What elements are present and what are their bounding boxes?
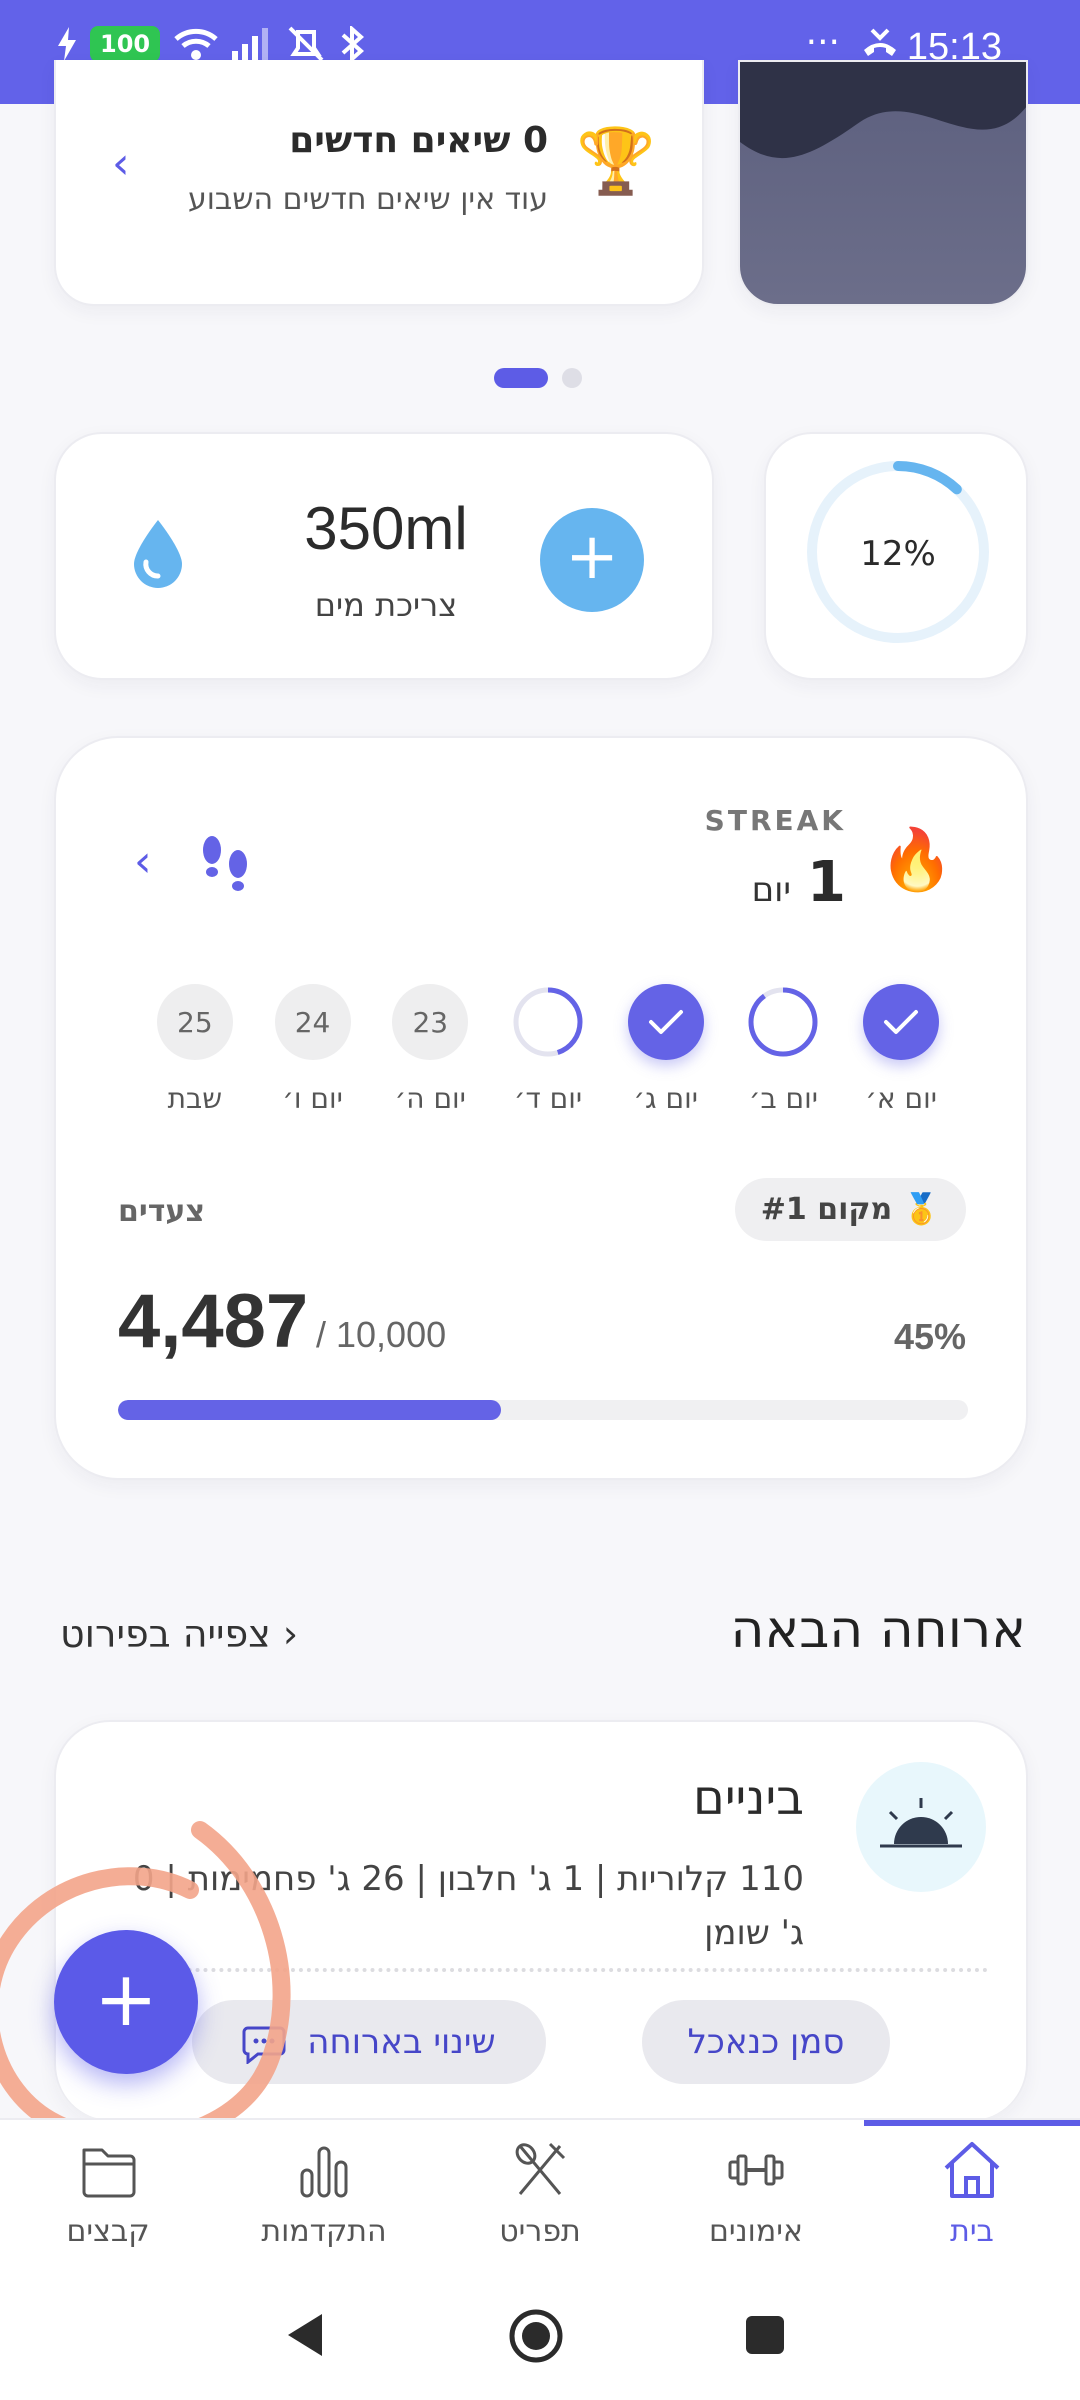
day-name: יום א׳	[865, 1082, 937, 1115]
chevron-left-icon[interactable]: ‹	[112, 138, 130, 189]
steps-value: 4,487	[118, 1279, 309, 1364]
nav-tab[interactable]: אימונים	[656, 2140, 856, 2249]
active-tab-indicator	[864, 2120, 1080, 2126]
pager-dot[interactable]	[562, 368, 582, 388]
chevron-left-icon: ‹	[270, 1612, 299, 1656]
utensils-icon	[508, 2140, 572, 2204]
water-label: צריכת מים	[314, 586, 458, 624]
streak-unit: יום	[751, 870, 792, 910]
daily-progress-ring-card[interactable]: 12%	[764, 432, 1028, 680]
carousel-image-card[interactable]	[738, 60, 1028, 306]
day-indicator	[745, 984, 822, 1060]
bottom-navigation: בית אימונים תפריט התקדמות קבצים	[0, 2118, 1080, 2268]
day-indicator: 23	[392, 984, 469, 1060]
day-item[interactable]: יום ב׳	[725, 984, 843, 1115]
day-item[interactable]: 23 יום ה׳	[371, 984, 489, 1115]
check-icon	[627, 984, 704, 1060]
nav-label: התקדמות	[261, 2214, 387, 2249]
streak-label: STREAK	[704, 804, 846, 837]
day-item[interactable]: יום ג׳	[607, 984, 725, 1115]
day-name: יום ד׳	[513, 1082, 583, 1115]
add-water-button[interactable]: +	[540, 508, 644, 612]
progress-percent: 12%	[860, 534, 936, 574]
new-records-card[interactable]: 🏆 0 שיאים חדשים עוד אין שיאים חדשים השבו…	[54, 60, 704, 306]
trophy-icon: 🏆	[576, 125, 656, 199]
bar-chart-icon	[292, 2140, 356, 2204]
records-subtitle: עוד אין שיאים חדשים השבוע	[187, 182, 548, 217]
pager-dot-active[interactable]	[494, 368, 548, 388]
day-item[interactable]: יום א׳	[842, 984, 960, 1115]
nav-label: קבצים	[66, 2214, 150, 2249]
wifi-icon	[174, 28, 218, 60]
fire-icon: 🔥	[879, 825, 954, 895]
day-name: יום ג׳	[633, 1082, 698, 1115]
day-item[interactable]: 24 יום ו׳	[254, 984, 372, 1115]
system-navigation-bar	[0, 2268, 1080, 2400]
signal-icon	[232, 28, 269, 61]
battery-indicator: 100	[90, 26, 161, 62]
nav-tab[interactable]: בית	[872, 2140, 1072, 2249]
dumbbell-icon	[724, 2140, 788, 2204]
view-details-label: צפייה בפירוט	[60, 1612, 271, 1656]
nav-tab[interactable]: תפריט	[440, 2140, 640, 2249]
steps-percent: 45%	[893, 1316, 966, 1357]
day-name: יום ו׳	[282, 1082, 343, 1115]
more-notifications-indicator: ···	[805, 22, 840, 63]
nav-tab[interactable]: התקדמות	[224, 2140, 424, 2249]
add-fab-button[interactable]: +	[54, 1930, 198, 2074]
nav-label: אימונים	[709, 2214, 803, 2249]
water-amount: 350ml	[304, 495, 468, 562]
check-icon	[863, 984, 940, 1060]
day-number: 24	[294, 1005, 331, 1039]
status-icons: 100	[58, 26, 366, 62]
home-icon	[940, 2140, 1004, 2204]
day-indicator: 25	[156, 984, 233, 1060]
day-name: יום ה׳	[394, 1082, 466, 1115]
streak-count: 1 יום	[752, 850, 846, 915]
nav-tab[interactable]: קבצים	[8, 2140, 208, 2249]
plus-icon: +	[565, 520, 619, 594]
view-details-link[interactable]: ‹ צפייה בפירוט	[60, 1612, 298, 1656]
week-days-row: יום א׳ יום ב׳ יום ג׳ יום ד׳ 23 יום ה׳ 24 יום ו׳…	[136, 984, 960, 1115]
steps-label: צעדים	[118, 1194, 205, 1229]
folder-icon	[76, 2140, 140, 2204]
nav-label: בית	[950, 2214, 994, 2249]
back-icon[interactable]	[284, 2312, 324, 2358]
streak-steps-card: 🔥 STREAK 1 יום ‹ יום א׳ יום ב׳ יום ג׳ יום ד…	[54, 736, 1028, 1480]
carousel-pager[interactable]	[494, 368, 582, 388]
mark-eaten-button[interactable]: סמן כנאכל	[642, 2000, 890, 2084]
steps-progress-bar	[118, 1400, 968, 1420]
day-number: 23	[412, 1005, 449, 1039]
water-intake-card: 350ml צריכת מים +	[54, 432, 714, 680]
home-circle-icon[interactable]	[508, 2308, 564, 2364]
steps-goal: / 10,000	[316, 1314, 447, 1355]
water-drop-icon	[134, 520, 182, 588]
day-name: שבת	[167, 1082, 223, 1115]
bluetooth-icon	[341, 26, 365, 62]
plus-icon: +	[94, 1954, 158, 2043]
sunrise-icon	[856, 1762, 986, 1892]
chevron-left-icon[interactable]: ‹	[134, 836, 152, 887]
day-item[interactable]: 25 שבת	[136, 984, 254, 1115]
next-meal-heading: ארוחה הבאה	[730, 1600, 1026, 1660]
day-indicator	[509, 984, 586, 1060]
mute-icon	[288, 26, 324, 62]
rank-badge[interactable]: 🥇 מקום #1	[734, 1178, 966, 1241]
day-number: 25	[177, 1005, 213, 1039]
change-meal-label: שינוי בארוחה	[307, 2022, 496, 2062]
streak-number: 1	[807, 850, 846, 915]
day-indicator: 24	[274, 984, 351, 1060]
footsteps-icon	[203, 836, 247, 891]
records-title: 0 שיאים חדשים	[289, 120, 548, 161]
nav-label: תפריט	[499, 2214, 581, 2249]
recents-icon[interactable]	[744, 2314, 786, 2356]
meal-name: ביניים	[692, 1770, 804, 1826]
missed-call-icon	[864, 28, 896, 56]
charging-icon	[58, 27, 76, 61]
steps-progress-fill	[118, 1400, 501, 1420]
wave-illustration-icon	[740, 62, 1026, 159]
day-name: יום ב׳	[748, 1082, 819, 1115]
day-item[interactable]: יום ד׳	[489, 984, 607, 1115]
